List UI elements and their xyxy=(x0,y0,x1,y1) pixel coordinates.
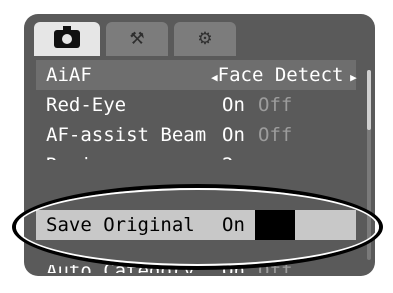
red-eye-off[interactable]: Off xyxy=(258,90,292,120)
tab-setup[interactable]: ⚒ xyxy=(106,22,168,56)
aiaf-value-group: ◀Face Detect ▶ xyxy=(211,60,357,93)
right-arrow-icon[interactable]: ▶ xyxy=(343,71,357,84)
camera-icon xyxy=(54,26,80,48)
tools-icon: ⚒ xyxy=(129,29,145,49)
review-value: 2 sec. xyxy=(222,150,291,160)
menu-row-aiaf[interactable]: AiAF ◀Face Detect ▶ xyxy=(36,60,357,93)
af-assist-off[interactable]: Off xyxy=(258,120,292,150)
my-camera-icon: ⚙ xyxy=(197,29,213,49)
aiaf-label: AiAF xyxy=(46,64,92,86)
red-eye-on[interactable]: On xyxy=(222,90,245,120)
review-label: Review xyxy=(46,150,115,160)
af-assist-on[interactable]: On xyxy=(222,120,245,150)
left-arrow-icon[interactable]: ◀ xyxy=(211,71,218,84)
aiaf-value: Face Detect xyxy=(217,64,344,86)
highlight-ellipse-inner xyxy=(16,188,379,266)
menu-tabs: ⚒ ⚙ xyxy=(24,14,375,60)
menu-row-review[interactable]: Review 2 sec. xyxy=(36,150,356,160)
menu-row-af-assist[interactable]: AF-assist Beam On Off xyxy=(36,120,356,150)
camera-menu-screen: ⚒ ⚙ AiAF ◀Face Detect ▶ Red-Eye On Off A… xyxy=(0,0,393,293)
tab-my-camera[interactable]: ⚙ xyxy=(174,22,236,56)
red-eye-label: Red-Eye xyxy=(46,94,127,116)
af-assist-label: AF-assist Beam xyxy=(46,124,207,146)
tab-shooting[interactable] xyxy=(34,22,100,56)
menu-row-red-eye[interactable]: Red-Eye On Off xyxy=(36,90,356,120)
scrollbar-thumb[interactable] xyxy=(367,70,371,130)
